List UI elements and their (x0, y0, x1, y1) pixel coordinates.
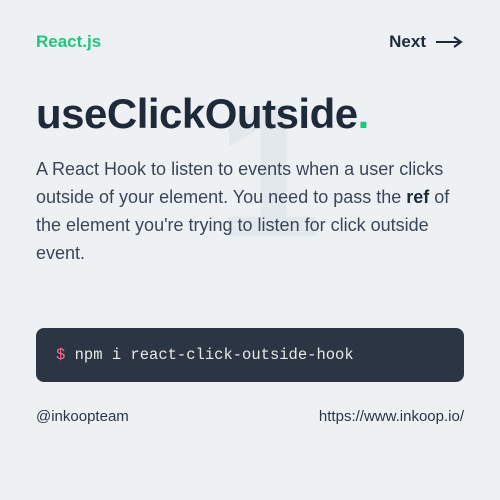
code-prompt: $ (56, 346, 65, 364)
arrow-right-icon (436, 36, 464, 48)
header: React.js Next (36, 32, 464, 52)
footer: @inkoopteam https://www.inkoop.io/ (36, 408, 464, 425)
next-label: Next (389, 32, 426, 52)
desc-bold: ref (406, 187, 429, 207)
title-text: useClickOutside (36, 90, 358, 137)
code-block: $ npm i react-click-outside-hook (36, 328, 464, 382)
title-dot: . (358, 90, 369, 137)
page-title: useClickOutside. (36, 90, 464, 138)
next-button[interactable]: Next (389, 32, 464, 52)
footer-url[interactable]: https://www.inkoop.io/ (319, 408, 464, 425)
code-command: npm i react-click-outside-hook (65, 346, 353, 364)
title-section: 1 useClickOutside. (36, 90, 464, 138)
desc-part1: A React Hook to listen to events when a … (36, 159, 443, 207)
brand-label: React.js (36, 32, 101, 52)
footer-handle[interactable]: @inkoopteam (36, 408, 129, 425)
description: A React Hook to listen to events when a … (36, 156, 464, 268)
